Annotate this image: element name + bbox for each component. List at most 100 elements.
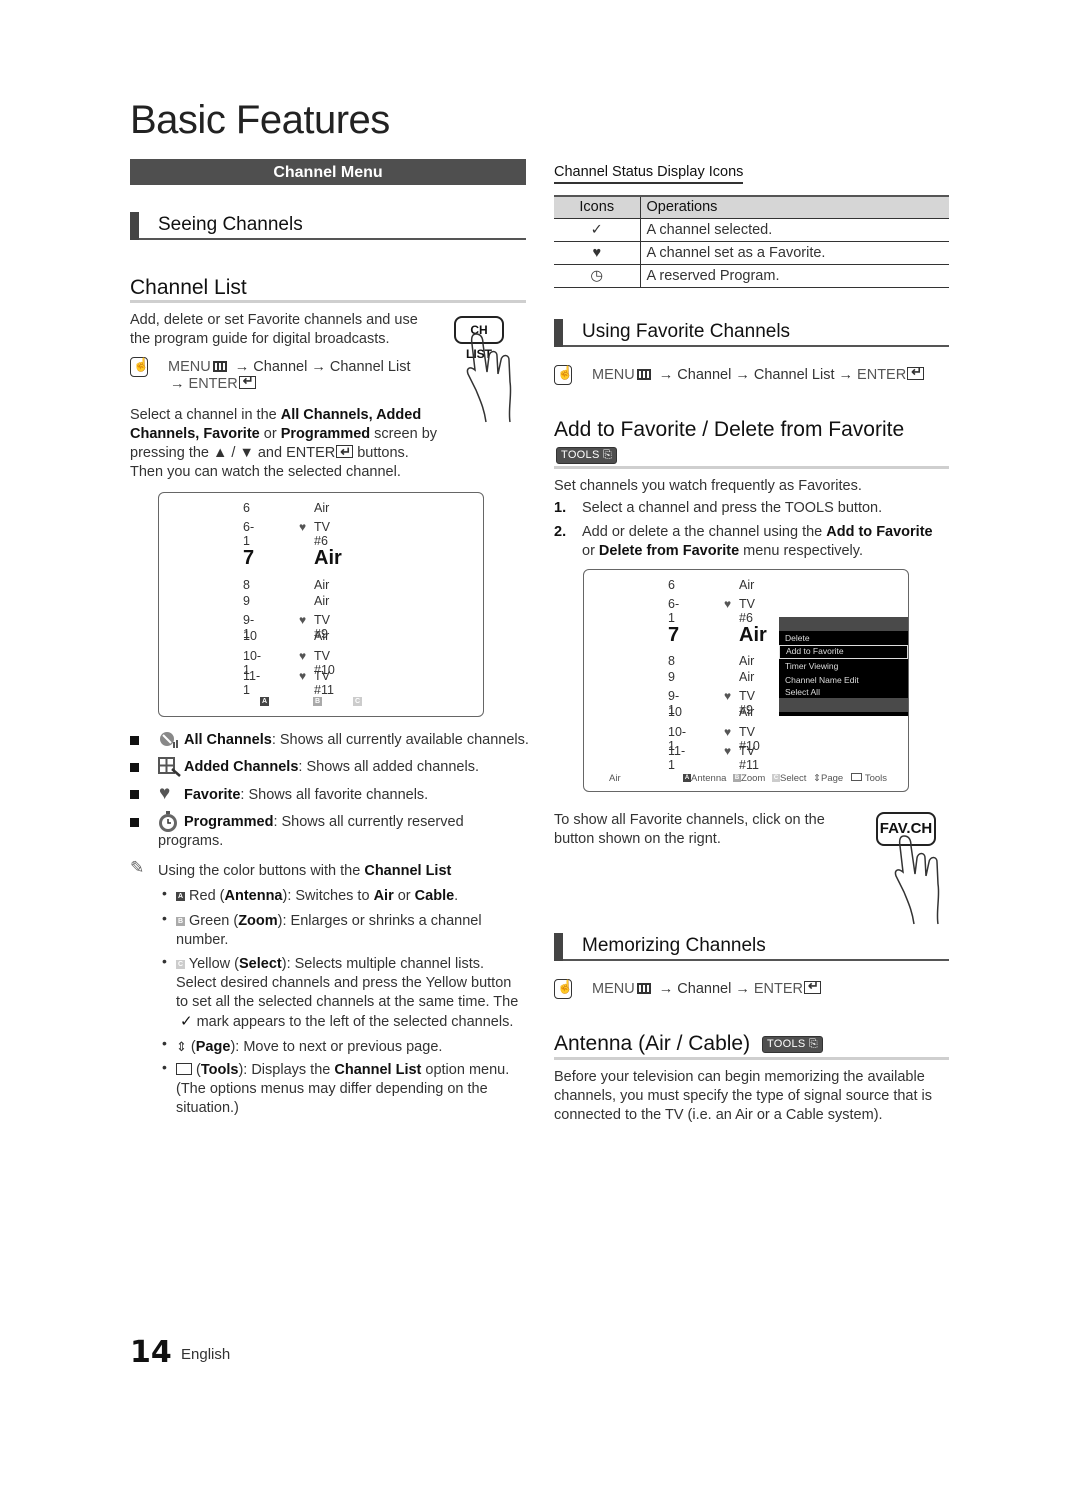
tools-icon	[176, 1063, 192, 1075]
pointing-hand-icon	[466, 333, 512, 423]
antenna-paragraph: Before your television can begin memoriz…	[554, 1068, 932, 1125]
tools-label: TOOLS	[766, 1038, 806, 1050]
pointing-hand-icon	[894, 835, 940, 925]
text: option menu.	[421, 1062, 510, 1078]
zoom-key-label[interactable]: Zoom	[741, 773, 765, 784]
mode-programmed-cont: programs.	[158, 833, 224, 849]
tools-key-label[interactable]: Tools	[865, 773, 887, 784]
menu-path-favorite: MENU → Channel → Channel List → ENTER	[554, 364, 925, 385]
text: (	[186, 1039, 196, 1055]
source-label: Air	[609, 773, 621, 784]
select-key-icon: C	[771, 774, 780, 783]
channel-name: Air	[314, 547, 342, 569]
green-b-button[interactable]: B	[313, 697, 322, 706]
mode-label: Added Channels	[184, 759, 299, 775]
select-key-label[interactable]: Select	[780, 773, 806, 784]
screen-footer-keys: A Antenna B Zoom C Select ⇕Page Tools	[683, 773, 887, 784]
subhead-using-favorite: Using Favorite Channels	[554, 319, 949, 347]
heart-icon: ♥	[299, 669, 307, 683]
menu-item-delete[interactable]: Delete	[779, 631, 908, 645]
menu-item-add-to-favorite[interactable]: Add to Favorite	[779, 645, 908, 659]
mode-desc: : Shows all currently available channels…	[271, 732, 529, 748]
tools-popup-menu: Delete Add to Favorite Timer Viewing Cha…	[779, 617, 908, 716]
table-cell: A channel selected.	[640, 218, 949, 242]
step-2: 2. Add or delete a the channel using the…	[554, 523, 933, 542]
tv-screen-channel-list: 6 Air 6-1 ♥ TV #6 7 Air 8 Air 9 Air 9-1 ♥ TV #9 …	[158, 492, 484, 717]
mode-added-channels: Added Channels: Shows all added channels…	[184, 758, 479, 777]
menu-icon	[636, 368, 651, 380]
menu-item-channel-name-edit[interactable]: Channel Name Edit	[779, 673, 908, 687]
heart-icon: ♥	[724, 725, 732, 739]
arrow: →	[658, 366, 674, 383]
bold-text: Antenna	[224, 888, 283, 904]
text: Select a channel in the	[130, 407, 281, 423]
bold-text: Cable	[414, 888, 455, 904]
stopwatch-icon	[159, 811, 177, 832]
heading-rule	[554, 1057, 949, 1060]
text: To show all Favorite channels, click on …	[554, 812, 825, 828]
page-updown-icon: ⇕	[813, 773, 821, 784]
bullet	[130, 763, 139, 772]
bold-text: Zoom	[238, 913, 278, 929]
menu-step: Channel List	[329, 358, 411, 375]
channel-name: Air	[739, 670, 755, 684]
bullet: •	[162, 953, 167, 969]
menu-bottom-bar	[779, 698, 908, 712]
menu-top-bar	[779, 617, 908, 631]
subhead-text: Using Favorite Channels	[582, 321, 791, 342]
enter-icon	[238, 373, 256, 389]
heart-icon: ♥	[299, 613, 307, 627]
step-number: 2.	[554, 524, 567, 540]
channel-number: 8	[668, 654, 675, 668]
channel-name: Air	[314, 578, 330, 592]
channel-number: 6-1	[668, 597, 680, 625]
red-a-icon: A	[176, 891, 185, 901]
text: Then you can watch the selected channel.	[130, 464, 401, 480]
channel-number: 7	[668, 624, 680, 646]
heart-icon: ♥	[724, 744, 732, 758]
text: mark appears to the left of the selected…	[192, 1014, 514, 1030]
tools-item: (Tools): Displays the Channel List optio…	[176, 1061, 509, 1118]
tools-icon	[850, 773, 862, 781]
intro-text: Add, delete or set Favorite channels and…	[130, 311, 418, 349]
antenna-key-label[interactable]: Antenna	[691, 773, 726, 784]
arrow: →	[735, 366, 750, 383]
menu-step: Channel List	[753, 366, 835, 383]
heading-text: Antenna (Air / Cable)	[554, 1032, 751, 1055]
menu-path-enter: → ENTER	[170, 373, 256, 392]
set-channels-text: Set channels you watch frequently as Fav…	[554, 478, 862, 494]
intro-line: Add, delete or set Favorite channels and…	[130, 312, 418, 328]
menu-item-timer-viewing[interactable]: Timer Viewing	[779, 659, 908, 673]
section-bar-channel-menu: Channel Menu	[130, 159, 526, 185]
menu-label: MENU	[592, 366, 635, 383]
page-language: English	[181, 1346, 231, 1363]
arrow: →	[838, 366, 854, 383]
text: Add or delete a the channel using the	[582, 524, 827, 540]
fav-ch-text: To show all Favorite channels, click on …	[554, 811, 825, 849]
arrow: →	[658, 980, 674, 997]
heart-icon: ♥	[299, 649, 307, 663]
menu-icon	[212, 360, 227, 372]
menu-step: Channel	[677, 366, 732, 383]
channel-name: Air	[739, 705, 755, 719]
text: to set all the selected channels at the …	[176, 994, 519, 1010]
enter-label: ENTER	[188, 376, 238, 392]
bullet: •	[162, 1059, 167, 1075]
table-row: ♥ A channel set as a Favorite.	[554, 241, 949, 265]
red-a-button[interactable]: A	[260, 697, 269, 706]
channel-number: 6	[668, 578, 675, 592]
subhead-text: Seeing Channels	[158, 214, 303, 235]
yellow-c-button[interactable]: C	[353, 697, 362, 706]
bullet	[130, 736, 139, 745]
text: Select a channel and press the	[582, 500, 785, 516]
tools-label: TOOLS	[784, 500, 834, 516]
text: menu respectively.	[739, 543, 863, 559]
table-header-row: Icons Operations	[554, 195, 949, 219]
menu-label: MENU	[168, 358, 211, 375]
color-red-item: A Red (Antenna): Switches to Air or Cabl…	[176, 887, 458, 906]
menu-item-select-all[interactable]: Select All	[779, 687, 908, 698]
tv-screen-tools-menu: 6 Air 6-1 ♥ TV #6 7 Air 8 Air 9 Air 9-1 ♥ TV #9 …	[583, 569, 909, 792]
text: ): Displays the	[238, 1062, 335, 1078]
heading-rule	[130, 300, 526, 303]
page-key-label[interactable]: Page	[821, 773, 843, 784]
